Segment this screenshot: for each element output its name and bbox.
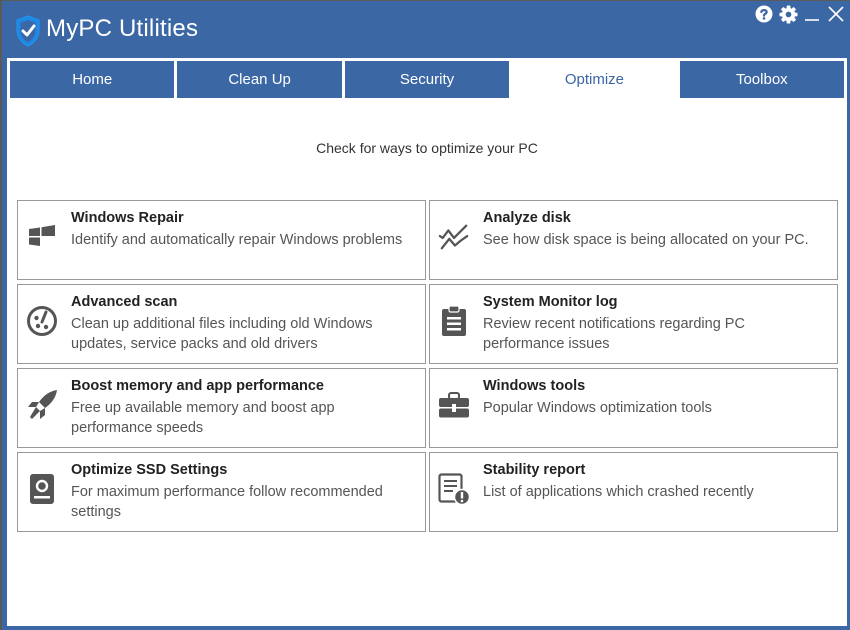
tab-optimize[interactable]: Optimize <box>512 61 677 98</box>
card-optimize-ssd[interactable]: Optimize SSD Settings For maximum perfor… <box>17 452 426 532</box>
minimize-icon <box>805 19 819 21</box>
card-advanced-scan[interactable]: Advanced scan Clean up additional files … <box>17 284 426 364</box>
card-title: Analyze disk <box>483 210 571 226</box>
close-icon <box>828 6 844 22</box>
rocket-icon <box>26 387 58 423</box>
clipboard-icon <box>438 303 470 339</box>
minimize-button[interactable] <box>802 4 822 24</box>
card-description: See how disk space is being allocated on… <box>483 232 809 248</box>
shield-check-icon <box>16 15 40 47</box>
card-description: List of applications which crashed recen… <box>483 484 754 500</box>
tab-security[interactable]: Security <box>344 61 510 98</box>
help-icon <box>755 5 773 23</box>
card-title: Windows Repair <box>71 210 184 226</box>
gauge-icon <box>26 303 58 339</box>
card-title: Boost memory and app performance <box>71 378 324 394</box>
page-subtitle: Check for ways to optimize your PC <box>316 140 538 156</box>
card-description: Popular Windows optimization tools <box>483 400 712 416</box>
card-title: Optimize SSD Settings <box>71 462 228 478</box>
card-analyze-disk[interactable]: Analyze disk See how disk space is being… <box>429 200 838 280</box>
card-description: Review recent notifications regarding PC… <box>483 316 745 352</box>
close-button[interactable] <box>826 4 846 24</box>
window-controls <box>754 4 846 24</box>
gear-icon <box>778 4 798 24</box>
app-window: MyPC Utilities Home Clean Up Security Op… <box>0 0 850 630</box>
card-windows-repair[interactable]: Windows Repair Identify and automaticall… <box>17 200 426 280</box>
app-title: MyPC Utilities <box>46 15 199 42</box>
optimize-options-grid: Windows Repair Identify and automaticall… <box>17 200 838 532</box>
card-title: Stability report <box>483 462 586 478</box>
windows-logo-icon <box>26 219 58 255</box>
title-bar: MyPC Utilities <box>2 1 850 59</box>
tab-bar: Home Clean Up Security Optimize Toolbox <box>10 61 845 98</box>
card-title: Windows tools <box>483 378 586 394</box>
card-description: Free up available memory and boost app p… <box>71 400 335 436</box>
toolbox-icon <box>438 387 470 423</box>
settings-button[interactable] <box>778 4 798 24</box>
tab-home[interactable]: Home <box>10 61 175 98</box>
report-warning-icon <box>438 471 470 507</box>
card-system-monitor-log[interactable]: System Monitor log Review recent notific… <box>429 284 838 364</box>
card-stability-report[interactable]: Stability report List of applications wh… <box>429 452 838 532</box>
card-title: Advanced scan <box>71 294 178 310</box>
line-chart-icon <box>438 219 470 255</box>
card-description: Clean up additional files including old … <box>71 316 373 352</box>
tab-toolbox[interactable]: Toolbox <box>679 61 845 98</box>
card-description: For maximum performance follow recommend… <box>71 484 383 520</box>
tab-clean-up[interactable]: Clean Up <box>177 61 342 98</box>
card-title: System Monitor log <box>483 294 618 310</box>
card-description: Identify and automatically repair Window… <box>71 232 403 248</box>
card-windows-tools[interactable]: Windows tools Popular Windows optimizati… <box>429 368 838 448</box>
card-boost-memory[interactable]: Boost memory and app performance Free up… <box>17 368 426 448</box>
hard-drive-icon <box>26 471 58 507</box>
main-content: Home Clean Up Security Optimize Toolbox … <box>7 58 847 626</box>
help-button[interactable] <box>754 4 774 24</box>
